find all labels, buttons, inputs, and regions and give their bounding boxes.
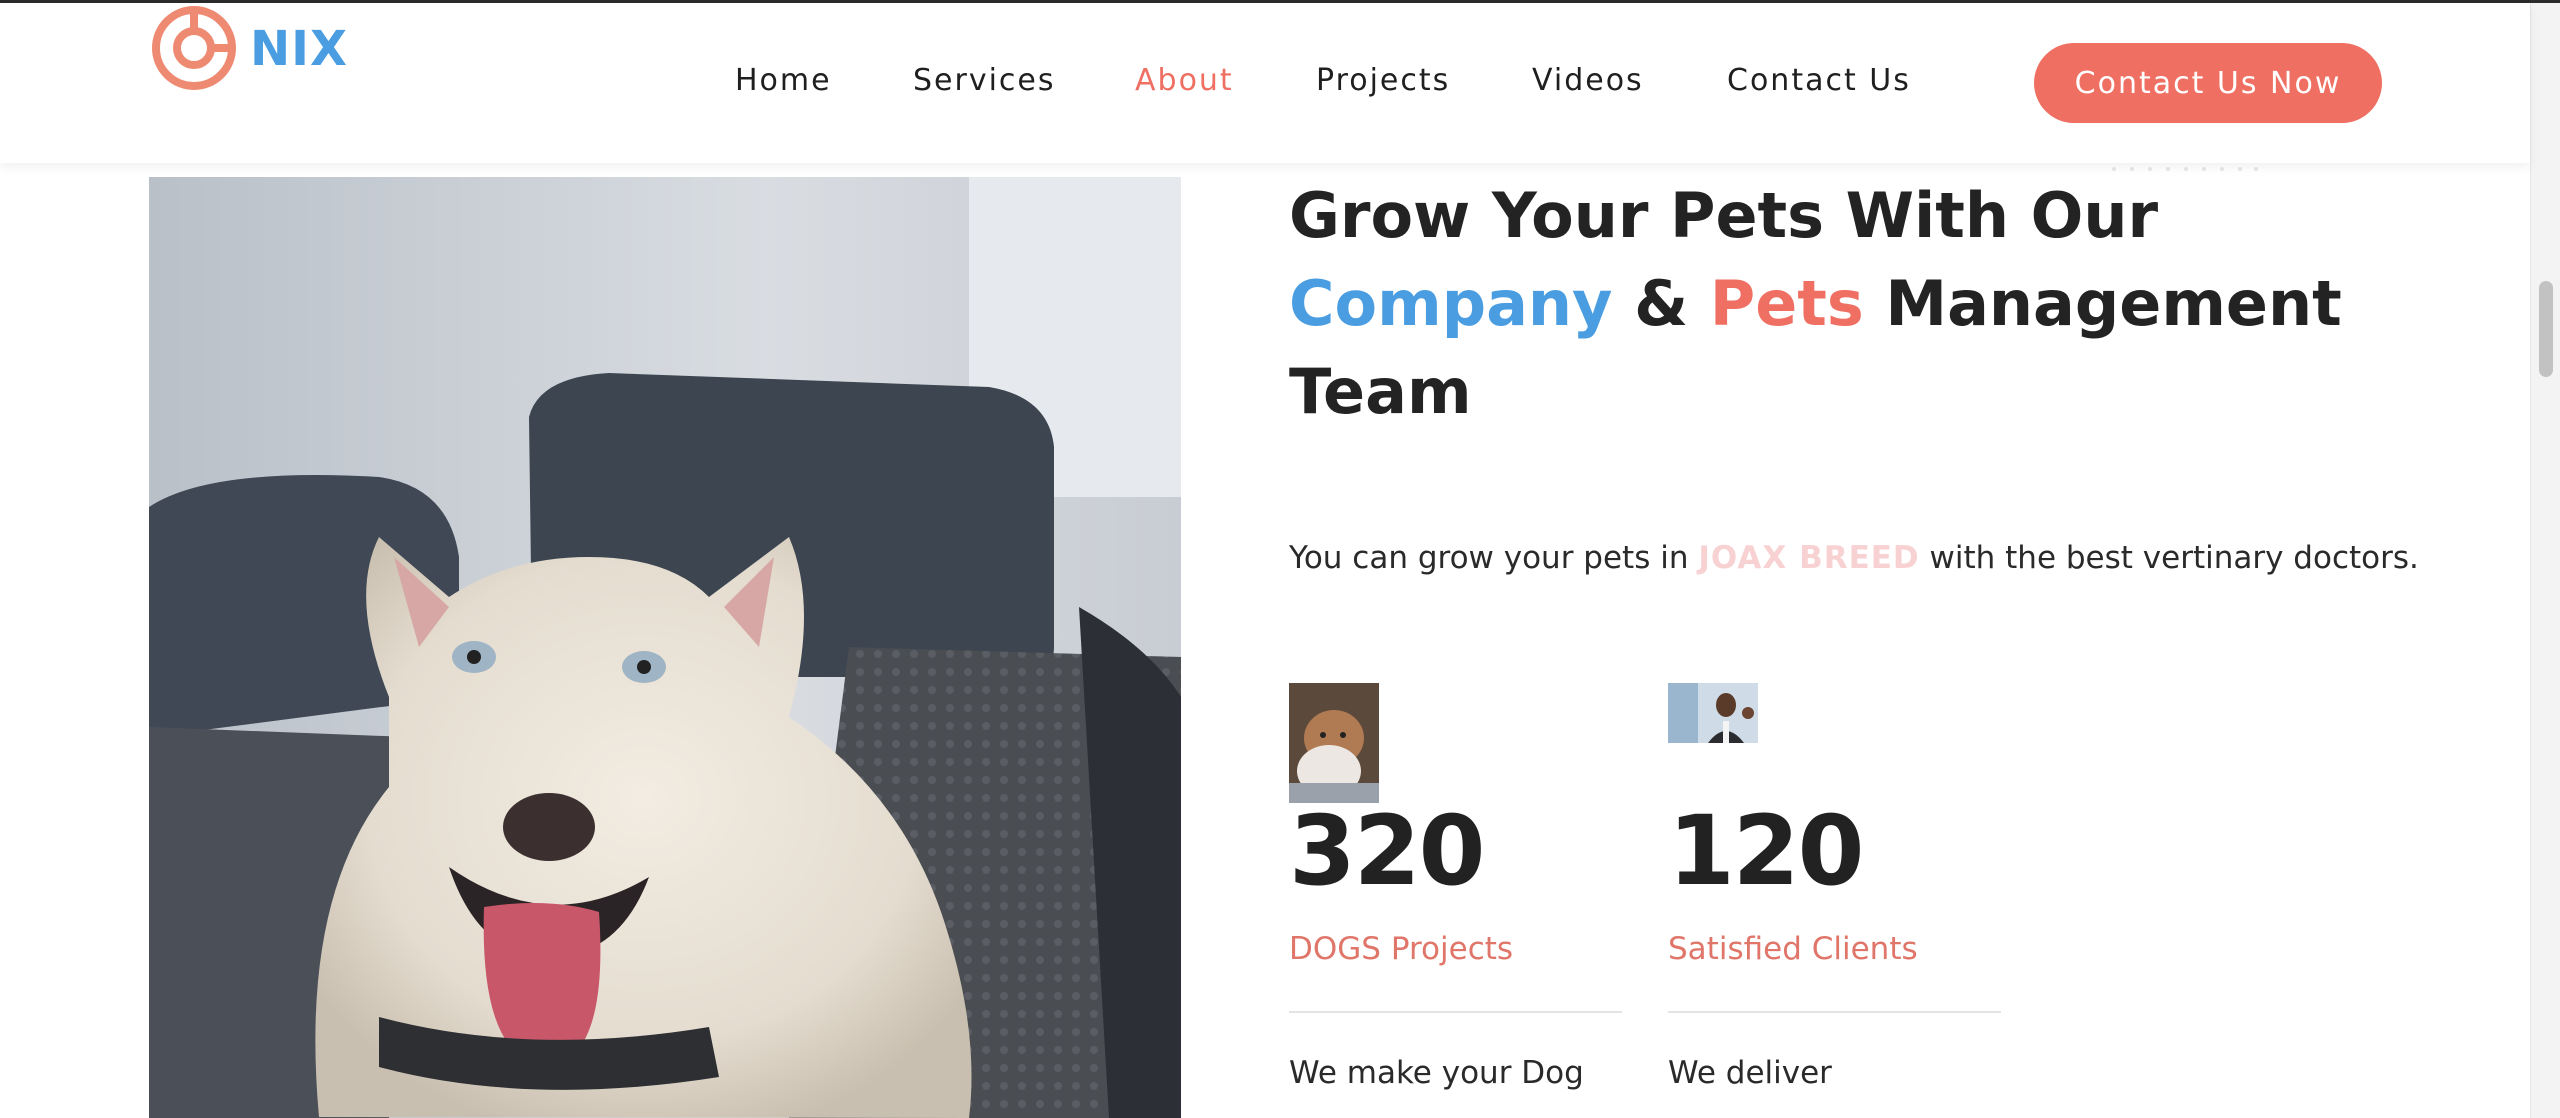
hero-subtext: You can grow your pets in JOAX BREED wit… — [1289, 540, 2419, 576]
nav-about[interactable]: About — [1135, 63, 1234, 98]
nav-contact-us[interactable]: Contact Us — [1727, 63, 1911, 98]
dogs-thumbnail-icon — [1289, 683, 1379, 803]
heading-management: Management — [1885, 267, 2342, 340]
stat-divider — [1668, 1011, 2001, 1013]
stat-dogs-projects: 320 DOGS Projects We make your Dog — [1289, 683, 1622, 1091]
heading-line-1: Grow Your Pets With Our — [1289, 179, 2159, 252]
client-thumbnail-icon — [1668, 683, 1758, 743]
stat-label: DOGS Projects — [1289, 931, 1514, 967]
scrollbar-thumb[interactable] — [2539, 281, 2553, 377]
nav-videos[interactable]: Videos — [1532, 63, 1644, 98]
nav-projects[interactable]: Projects — [1316, 63, 1450, 98]
subtext-before: You can grow your pets in — [1289, 540, 1689, 576]
page-scrollbar[interactable] — [2530, 3, 2560, 1118]
heading-ampersand: & — [1634, 267, 1689, 340]
stat-number: 320 — [1289, 795, 1485, 907]
stat-description: We make your Dog — [1289, 1055, 1584, 1091]
contact-us-now-button[interactable]: Contact Us Now — [2034, 43, 2382, 123]
hero-dog-photo — [149, 177, 1181, 1118]
stat-description: We deliver — [1668, 1055, 1832, 1091]
site-header: NIX Home Services About Projects Videos … — [0, 3, 2530, 163]
hero-heading: Grow Your Pets With Our Company & Pets M… — [1289, 172, 2489, 436]
stat-number: 120 — [1668, 795, 1864, 907]
subtext-brand: JOAX BREED — [1698, 540, 1920, 576]
heading-company: Company — [1289, 267, 1613, 340]
stat-divider — [1289, 1011, 1622, 1013]
stat-label: Satisfied Clients — [1668, 931, 1918, 967]
heading-pets: Pets — [1709, 267, 1864, 340]
nav-home[interactable]: Home — [735, 63, 832, 98]
stat-satisfied-clients: 120 Satisfied Clients We deliver — [1668, 683, 2001, 1091]
nav-services[interactable]: Services — [913, 63, 1056, 98]
heading-line-3: Team — [1289, 355, 1472, 428]
subtext-after: with the best vertinary doctors. — [1929, 540, 2419, 576]
